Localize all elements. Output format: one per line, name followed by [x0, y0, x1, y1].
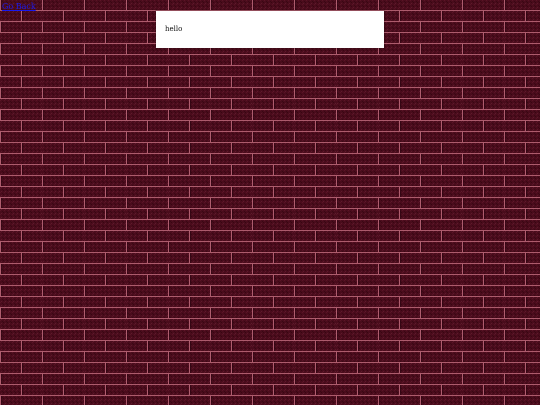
- go-back-link[interactable]: Go Back: [2, 2, 36, 12]
- brick-wall-background: [0, 0, 540, 405]
- message-box: hello: [156, 11, 384, 48]
- message-text: hello: [165, 25, 183, 33]
